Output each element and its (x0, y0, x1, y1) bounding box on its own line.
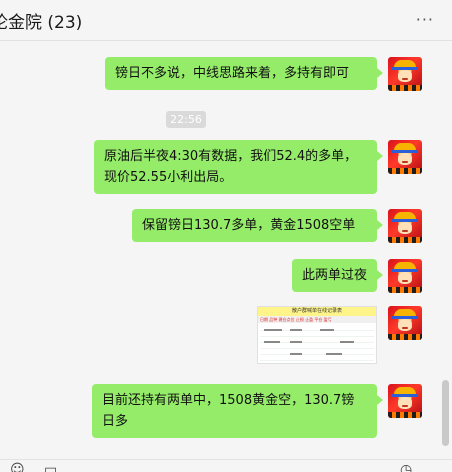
message-row: 目前还持有两单中，1508黄金空，130.7镑日多 (92, 384, 422, 438)
avatar-icon[interactable] (388, 306, 422, 340)
message-row: 镑日不多说，中线思路来着，多持有即可 (105, 57, 422, 91)
avatar-icon[interactable] (388, 140, 422, 174)
message-row: 原油后半夜4:30有数据，我们52.4的多单，现价52.55小利出局。 (94, 140, 422, 194)
message-row: 保留镑日130.7多单，黄金1508空单 (132, 209, 422, 243)
image-header-row: 日期 品种 建仓点位 止损 止盈 平仓 盈亏 (258, 316, 376, 323)
input-divider (0, 459, 452, 460)
avatar-icon[interactable] (388, 384, 422, 418)
message-bubble[interactable]: 镑日不多说，中线思路来着，多持有即可 (105, 57, 383, 90)
message-bubble[interactable]: 保留镑日130.7多单，黄金1508空单 (132, 209, 383, 242)
message-list[interactable]: 镑日不多说，中线思路来着，多持有即可 22:56 原油后半夜4:30有数据，我们… (0, 41, 440, 459)
image-title: 散户群喊单在线记录表 (258, 307, 376, 316)
chat-history-icon[interactable]: ◷ (400, 463, 412, 472)
chat-header: 论金院 (23) ··· (0, 0, 452, 40)
emoji-icon[interactable]: ☺ (10, 463, 25, 472)
message-bubble[interactable]: 目前还持有两单中，1508黄金空，130.7镑日多 (92, 384, 383, 438)
message-bubble[interactable]: 此两单过夜 (291, 259, 384, 292)
folder-icon[interactable]: ▭ (44, 463, 57, 472)
more-options-button[interactable]: ··· (416, 10, 434, 29)
avatar-icon[interactable] (388, 209, 422, 243)
avatar-icon[interactable] (388, 57, 422, 91)
avatar-icon[interactable] (388, 259, 422, 293)
image-table (260, 325, 374, 361)
chat-scrollbar[interactable] (442, 380, 449, 446)
image-message[interactable]: 散户群喊单在线记录表 日期 品种 建仓点位 止损 止盈 平仓 盈亏 (257, 306, 377, 364)
message-timestamp: 22:56 (166, 111, 206, 128)
chat-title: 论金院 (23) (0, 13, 83, 33)
message-bubble[interactable]: 原油后半夜4:30有数据，我们52.4的多单，现价52.55小利出局。 (94, 140, 383, 194)
message-row: 此两单过夜 (291, 259, 422, 293)
message-row: 散户群喊单在线记录表 日期 品种 建仓点位 止损 止盈 平仓 盈亏 (257, 306, 422, 364)
